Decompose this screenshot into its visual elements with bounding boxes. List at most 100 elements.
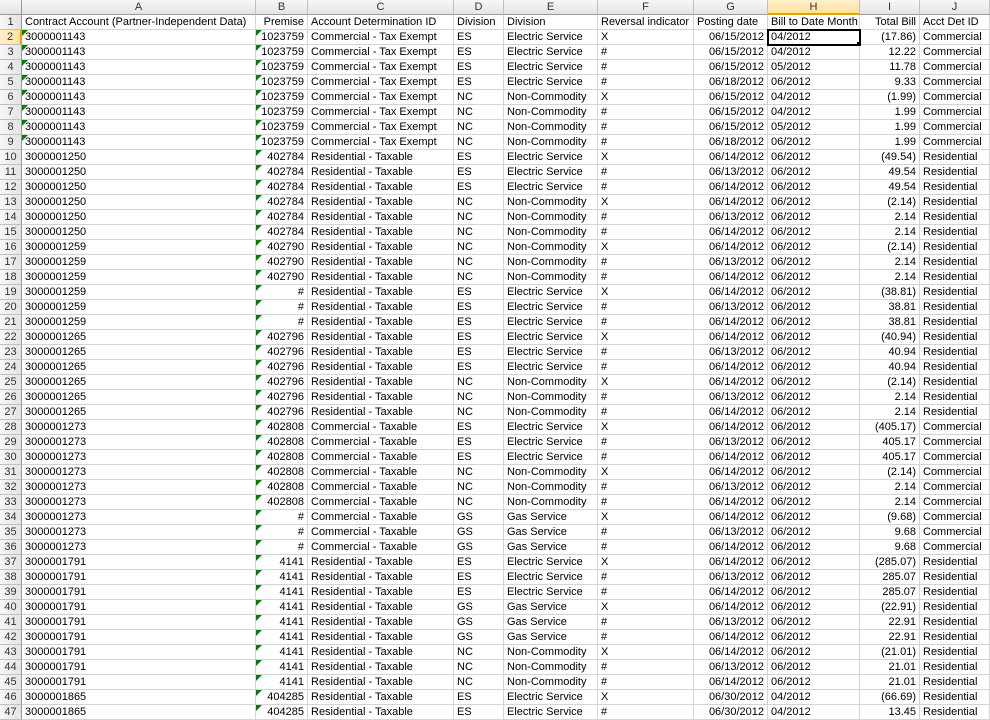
cell-posting-date[interactable]: 06/14/2012 <box>694 540 768 555</box>
cell-division-code[interactable]: ES <box>454 180 504 195</box>
cell-account-determination-id[interactable]: Residential - Taxable <box>308 285 454 300</box>
cell-reversal-indicator[interactable]: # <box>598 660 694 675</box>
cell-premise[interactable]: 402796 <box>256 405 308 420</box>
row-header[interactable]: 2 <box>0 30 22 45</box>
cell-reversal-indicator[interactable]: X <box>598 555 694 570</box>
cell-account-determination-id[interactable]: Residential - Taxable <box>308 240 454 255</box>
select-all-corner[interactable] <box>0 0 22 15</box>
cell-division-name[interactable]: Electric Service <box>504 585 598 600</box>
cell-contract-account[interactable]: 3000001273 <box>22 495 256 510</box>
cell-premise[interactable]: 402784 <box>256 210 308 225</box>
cell-reversal-indicator[interactable]: # <box>598 435 694 450</box>
cell-contract-account[interactable]: 3000001791 <box>22 615 256 630</box>
cell-total-bill[interactable]: 9.68 <box>860 525 920 540</box>
cell-posting-date[interactable]: 06/15/2012 <box>694 30 768 45</box>
cell-account-determination-id[interactable]: Residential - Taxable <box>308 630 454 645</box>
cell-bill-to-date-month[interactable]: 06/2012 <box>768 405 860 420</box>
cell-total-bill[interactable]: (22.91) <box>860 600 920 615</box>
cell-total-bill[interactable]: 49.54 <box>860 165 920 180</box>
cell-bill-to-date-month[interactable]: 06/2012 <box>768 420 860 435</box>
column-header-A[interactable]: A <box>22 0 256 15</box>
cell-total-bill[interactable]: 21.01 <box>860 675 920 690</box>
row-header[interactable]: 26 <box>0 390 22 405</box>
row-header[interactable]: 5 <box>0 75 22 90</box>
cell-account-determination-id[interactable]: Residential - Taxable <box>308 615 454 630</box>
cell-division-code[interactable]: NC <box>454 645 504 660</box>
cell-division-code[interactable]: ES <box>454 60 504 75</box>
cell-premise[interactable]: 1023759 <box>256 90 308 105</box>
cell-account-determination-id[interactable]: Commercial - Tax Exempt <box>308 60 454 75</box>
cell-total-bill[interactable]: 40.94 <box>860 360 920 375</box>
cell-premise[interactable]: 402796 <box>256 375 308 390</box>
cell-premise[interactable]: 404285 <box>256 690 308 705</box>
cell-acct-det-id[interactable]: Residential <box>920 555 990 570</box>
cell-reversal-indicator[interactable]: # <box>598 180 694 195</box>
cell-total-bill[interactable]: 21.01 <box>860 660 920 675</box>
cell-division-name[interactable]: Non-Commodity <box>504 255 598 270</box>
cell-account-determination-id[interactable]: Commercial - Taxable <box>308 495 454 510</box>
cell-posting-date[interactable]: 06/13/2012 <box>694 570 768 585</box>
row-header[interactable]: 13 <box>0 195 22 210</box>
cell-bill-to-date-month[interactable]: 06/2012 <box>768 285 860 300</box>
cell-posting-date[interactable]: 06/14/2012 <box>694 315 768 330</box>
cell-reversal-indicator[interactable]: X <box>598 150 694 165</box>
header-cell[interactable]: Bill to Date Month <box>768 15 860 30</box>
cell-posting-date[interactable]: 06/15/2012 <box>694 60 768 75</box>
cell-total-bill[interactable]: (285.07) <box>860 555 920 570</box>
column-header-J[interactable]: J <box>920 0 990 15</box>
cell-division-code[interactable]: ES <box>454 150 504 165</box>
cell-acct-det-id[interactable]: Residential <box>920 315 990 330</box>
cell-premise[interactable]: 402790 <box>256 270 308 285</box>
cell-division-name[interactable]: Electric Service <box>504 75 598 90</box>
cell-total-bill[interactable]: 9.68 <box>860 540 920 555</box>
cell-premise[interactable]: 402784 <box>256 150 308 165</box>
cell-contract-account[interactable]: 3000001273 <box>22 540 256 555</box>
cell-division-name[interactable]: Gas Service <box>504 510 598 525</box>
cell-bill-to-date-month[interactable]: 06/2012 <box>768 555 860 570</box>
cell-posting-date[interactable]: 06/14/2012 <box>694 180 768 195</box>
cell-division-name[interactable]: Electric Service <box>504 435 598 450</box>
cell-account-determination-id[interactable]: Residential - Taxable <box>308 345 454 360</box>
column-header-F[interactable]: F <box>598 0 694 15</box>
cell-acct-det-id[interactable]: Commercial <box>920 540 990 555</box>
row-header[interactable]: 4 <box>0 60 22 75</box>
cell-reversal-indicator[interactable]: # <box>598 540 694 555</box>
row-header[interactable]: 40 <box>0 600 22 615</box>
cell-total-bill[interactable]: 38.81 <box>860 300 920 315</box>
cell-division-name[interactable]: Gas Service <box>504 540 598 555</box>
cell-total-bill[interactable]: 1.99 <box>860 105 920 120</box>
cell-contract-account[interactable]: 3000001791 <box>22 570 256 585</box>
cell-reversal-indicator[interactable]: X <box>598 375 694 390</box>
cell-posting-date[interactable]: 06/13/2012 <box>694 660 768 675</box>
cell-acct-det-id[interactable]: Residential <box>920 645 990 660</box>
cell-account-determination-id[interactable]: Residential - Taxable <box>308 300 454 315</box>
cell-premise[interactable]: 1023759 <box>256 135 308 150</box>
cell-premise[interactable]: 402790 <box>256 240 308 255</box>
cell-division-code[interactable]: GS <box>454 630 504 645</box>
header-cell[interactable]: Account Determination ID <box>308 15 454 30</box>
cell-division-code[interactable]: GS <box>454 615 504 630</box>
cell-premise[interactable]: 1023759 <box>256 75 308 90</box>
cell-acct-det-id[interactable]: Commercial <box>920 525 990 540</box>
cell-bill-to-date-month[interactable]: 05/2012 <box>768 120 860 135</box>
cell-premise[interactable]: # <box>256 300 308 315</box>
cell-division-code[interactable]: ES <box>454 300 504 315</box>
cell-bill-to-date-month[interactable]: 06/2012 <box>768 225 860 240</box>
cell-contract-account[interactable]: 3000001250 <box>22 210 256 225</box>
cell-contract-account[interactable]: 3000001143 <box>22 30 256 45</box>
cell-posting-date[interactable]: 06/14/2012 <box>694 240 768 255</box>
cell-total-bill[interactable]: 405.17 <box>860 435 920 450</box>
cell-reversal-indicator[interactable]: # <box>598 495 694 510</box>
cell-contract-account[interactable]: 3000001250 <box>22 180 256 195</box>
cell-division-code[interactable]: GS <box>454 525 504 540</box>
cell-posting-date[interactable]: 06/14/2012 <box>694 600 768 615</box>
cell-contract-account[interactable]: 3000001791 <box>22 630 256 645</box>
cell-premise[interactable]: 1023759 <box>256 120 308 135</box>
row-header[interactable]: 19 <box>0 285 22 300</box>
cell-posting-date[interactable]: 06/15/2012 <box>694 45 768 60</box>
row-header[interactable]: 29 <box>0 435 22 450</box>
cell-division-name[interactable]: Non-Commodity <box>504 270 598 285</box>
row-header[interactable]: 7 <box>0 105 22 120</box>
cell-reversal-indicator[interactable]: # <box>598 315 694 330</box>
header-cell[interactable]: Posting date <box>694 15 768 30</box>
